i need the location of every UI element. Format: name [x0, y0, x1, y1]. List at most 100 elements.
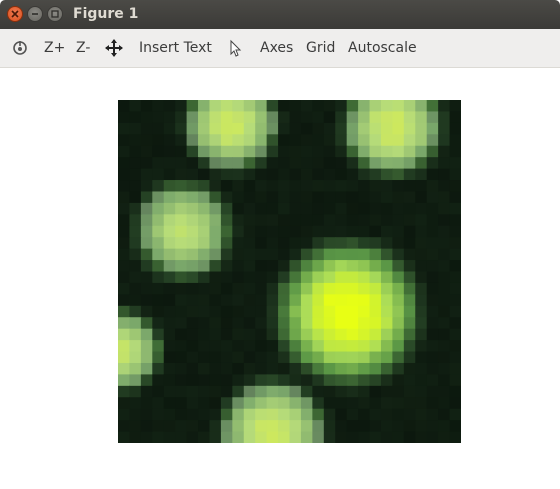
heatmap-cell: [369, 271, 382, 284]
heatmap-cell: [426, 225, 439, 238]
heatmap-cell: [323, 431, 336, 443]
heatmap-cell: [220, 374, 233, 387]
heatmap-cell: [232, 260, 245, 273]
heatmap-cell: [129, 180, 142, 193]
heatmap-cell: [289, 214, 302, 227]
heatmap-cell: [300, 374, 313, 387]
heatmap-cell: [186, 294, 199, 307]
heatmap-cell: [346, 408, 359, 421]
heatmap-cell: [289, 351, 302, 364]
heatmap-cell: [243, 122, 256, 135]
heatmap-cell: [220, 385, 233, 398]
grid-button[interactable]: Grid: [306, 39, 335, 57]
heatmap-cell: [129, 397, 142, 410]
heatmap-cell: [300, 317, 313, 330]
heatmap-cell: [415, 328, 428, 341]
pointer-icon[interactable]: [227, 39, 245, 57]
heatmap-cell: [243, 294, 256, 307]
close-icon: [11, 10, 19, 18]
heatmap-cell: [335, 122, 348, 135]
heatmap-cell: [380, 374, 393, 387]
heatmap-cell: [198, 122, 211, 135]
heatmap-cell: [369, 214, 382, 227]
plot-canvas[interactable]: [0, 68, 560, 489]
heatmap-cell: [243, 340, 256, 353]
heatmap-cell: [175, 282, 188, 295]
heatmap-cell: [449, 122, 461, 135]
heatmap-cell: [186, 145, 199, 158]
heatmap-cell: [335, 180, 348, 193]
heatmap-cell: [255, 237, 268, 250]
heatmap-cell: [152, 340, 165, 353]
heatmap-cell: [232, 397, 245, 410]
heatmap-cell: [438, 248, 451, 261]
heatmap-cell: [438, 202, 451, 215]
heatmap-cell: [438, 385, 451, 398]
heatmap-cell: [163, 328, 176, 341]
insert-text-button[interactable]: Insert Text: [139, 39, 212, 57]
heatmap-cell: [186, 225, 199, 238]
heatmap-cell: [209, 271, 222, 284]
heatmap-cell: [369, 282, 382, 295]
axes-button[interactable]: Axes: [260, 39, 293, 57]
heatmap-cell: [140, 340, 153, 353]
heatmap-cell: [232, 168, 245, 181]
heatmap-cell: [255, 305, 268, 318]
heatmap-cell: [140, 431, 153, 443]
heatmap-cell: [426, 191, 439, 204]
home-icon[interactable]: [11, 39, 29, 57]
heatmap-cell: [220, 145, 233, 158]
zoom-out-button[interactable]: Z-: [76, 39, 90, 57]
heatmap-cell: [198, 191, 211, 204]
maximize-button[interactable]: [47, 6, 63, 22]
heatmap-cell: [426, 157, 439, 170]
heatmap-cell: [449, 397, 461, 410]
heatmap-cell: [243, 202, 256, 215]
heatmap-cell: [369, 374, 382, 387]
heatmap-cell: [300, 145, 313, 158]
heatmap-cell: [300, 237, 313, 250]
heatmap-cell: [209, 157, 222, 170]
heatmap-cell: [266, 111, 279, 124]
heatmap-cell: [323, 397, 336, 410]
heatmap-cell: [186, 351, 199, 364]
heatmap-cell: [323, 271, 336, 284]
heatmap-cell: [255, 214, 268, 227]
heatmap-cell: [426, 248, 439, 261]
heatmap-cell: [449, 100, 461, 113]
heatmap-cell: [209, 374, 222, 387]
heatmap-cell: [392, 191, 405, 204]
heatmap-cell: [152, 214, 165, 227]
heatmap-cell: [438, 294, 451, 307]
heatmap-cell: [266, 271, 279, 284]
heatmap-cell: [129, 420, 142, 433]
heatmap-cell: [232, 294, 245, 307]
heatmap-cell: [175, 248, 188, 261]
zoom-in-button[interactable]: Z+: [44, 39, 65, 57]
heatmap-cell: [403, 157, 416, 170]
heatmap-cell: [209, 351, 222, 364]
close-button[interactable]: [7, 6, 23, 22]
heatmap-cell: [198, 408, 211, 421]
heatmap-cell: [186, 237, 199, 250]
minimize-button[interactable]: [27, 6, 43, 22]
heatmap-cell: [220, 271, 233, 284]
heatmap-cell: [209, 282, 222, 295]
heatmap-cell: [152, 237, 165, 250]
heatmap-cell: [140, 180, 153, 193]
heatmap-cell: [186, 317, 199, 330]
heatmap-cell: [118, 340, 131, 353]
heatmap-cell: [278, 134, 291, 147]
heatmap-cell: [415, 111, 428, 124]
heatmap-cell: [358, 111, 371, 124]
heatmap-cell: [232, 374, 245, 387]
heatmap-cell: [312, 385, 325, 398]
heatmap-cell: [175, 317, 188, 330]
heatmap-cell: [380, 111, 393, 124]
autoscale-button[interactable]: Autoscale: [348, 39, 417, 57]
heatmap-cell: [415, 431, 428, 443]
heatmap-cell: [175, 168, 188, 181]
heatmap-cell: [380, 191, 393, 204]
pan-icon[interactable]: [105, 39, 123, 57]
heatmap-cell: [220, 282, 233, 295]
